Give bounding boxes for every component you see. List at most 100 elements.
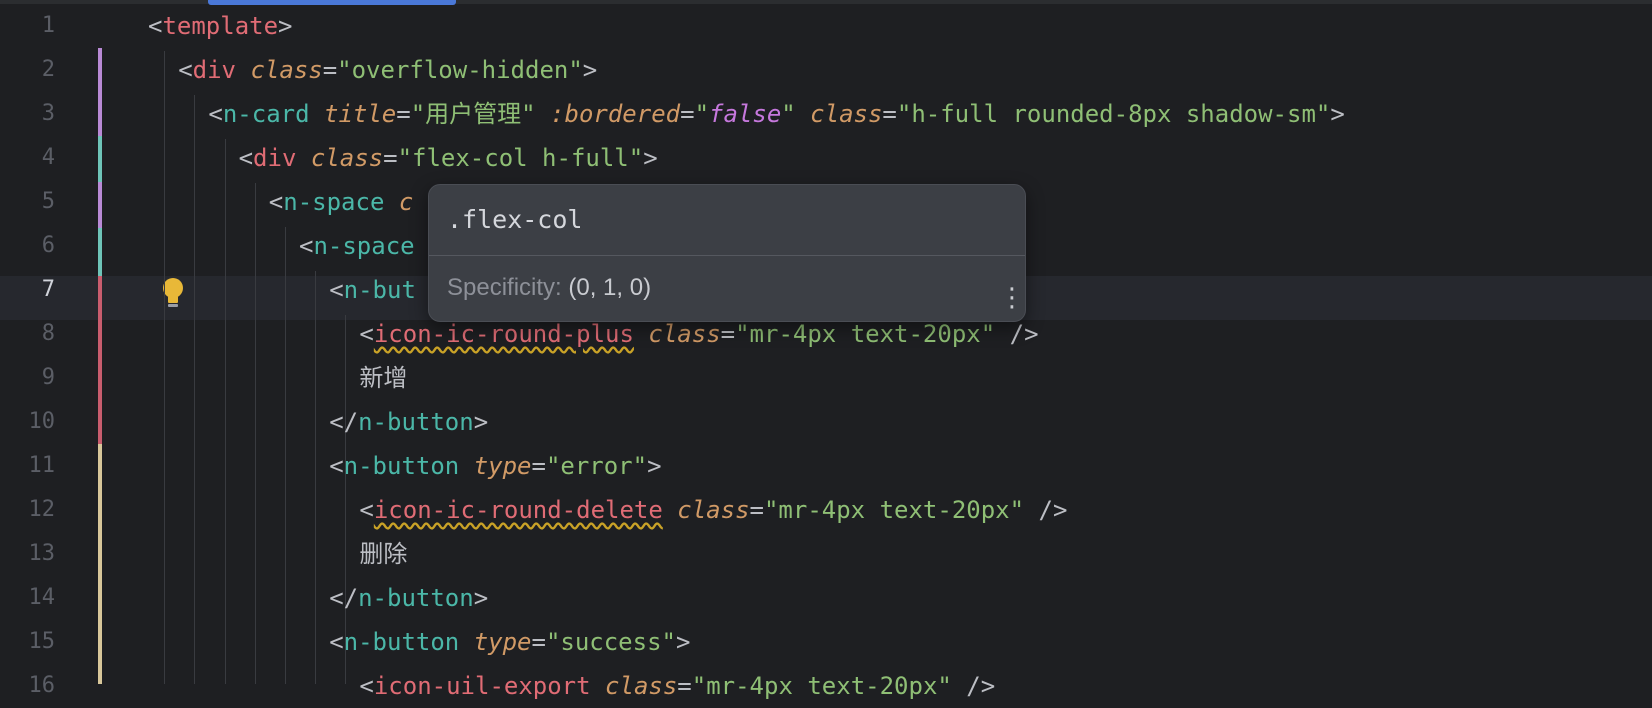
code-token: "mr-4px text-20px" [735, 320, 996, 348]
code-token: class [250, 56, 323, 84]
code-token: :bordered [550, 100, 681, 128]
code-token: n-button [343, 628, 460, 656]
code-token: < [329, 276, 344, 304]
code-token: 删除 [359, 540, 408, 568]
code-token: < [329, 452, 344, 480]
line-number[interactable]: 1 [0, 4, 55, 48]
change-marker-modified[interactable] [98, 48, 102, 136]
code-token: "mr-4px text-20px" [763, 496, 1025, 524]
code-token: < [359, 496, 374, 524]
code-token: class [605, 672, 678, 700]
code-line[interactable]: <n-button type="success"> [329, 620, 690, 664]
change-marker-added[interactable] [98, 136, 102, 182]
code-line[interactable]: <template> [148, 4, 293, 48]
code-line[interactable]: <n-space c [269, 180, 414, 224]
code-token: "用户管理" [410, 100, 536, 128]
popup-selector: .flex-col [429, 185, 1025, 256]
code-token: class [677, 496, 750, 524]
code-line[interactable]: <icon-ic-round-delete class="mr-4px text… [359, 488, 1067, 532]
code-token: "mr-4px text-20px" [691, 672, 952, 700]
line-number[interactable]: 2 [0, 48, 55, 92]
code-line[interactable]: <n-card title="用户管理" :bordered="false" c… [208, 92, 1344, 136]
code-line[interactable]: <n-but [329, 268, 416, 312]
code-token: "h-full rounded-8px shadow-sm" [896, 100, 1331, 128]
code-token: false [709, 100, 782, 128]
code-token: < [329, 628, 344, 656]
code-token: < [359, 320, 374, 348]
line-number[interactable]: 7 [0, 268, 55, 312]
line-number[interactable]: 16 [0, 664, 56, 708]
code-token: > [675, 628, 691, 656]
more-vertical-icon[interactable]: ⋮ [999, 283, 1025, 313]
change-marker-deleted[interactable] [98, 276, 102, 444]
code-line[interactable]: <n-space [299, 224, 415, 268]
code-token: n-button [358, 408, 474, 436]
line-number[interactable]: 5 [0, 180, 55, 224]
line-number[interactable]: 14 [0, 576, 56, 620]
code-token: /> [995, 320, 1039, 348]
code-token: = [396, 100, 411, 128]
code-token: = [680, 100, 695, 128]
code-line[interactable]: 删除 [359, 532, 407, 576]
horizontal-scrollbar-thumb[interactable] [208, 0, 456, 5]
code-token: = [531, 452, 546, 480]
change-marker-added[interactable] [98, 228, 102, 276]
code-token: > [582, 56, 598, 84]
line-number[interactable]: 4 [0, 136, 55, 180]
code-token: = [322, 56, 338, 84]
line-number[interactable]: 3 [0, 92, 55, 136]
code-line[interactable]: </n-button> [329, 400, 488, 444]
code-token: icon-ic-round-plus [373, 320, 634, 348]
indent-guide [164, 51, 166, 684]
line-number[interactable]: 12 [0, 488, 56, 532]
code-line[interactable]: </n-button> [329, 576, 488, 620]
line-number[interactable]: 10 [0, 400, 56, 444]
line-number[interactable]: 15 [0, 620, 56, 664]
line-number[interactable]: 9 [0, 356, 55, 400]
specificity-label: Specificity: [447, 274, 562, 301]
indent-guide [254, 183, 256, 684]
code-token: > [1330, 100, 1345, 128]
code-token: > [278, 12, 293, 40]
code-line[interactable]: <div class="flex-col h-full"> [239, 136, 658, 180]
code-line[interactable]: <icon-uil-export class="mr-4px text-20px… [359, 664, 995, 708]
code-token: = [749, 496, 764, 524]
code-token: "error" [545, 452, 648, 480]
code-token: /> [1024, 496, 1068, 524]
code-token: icon-ic-round-delete [373, 496, 663, 524]
code-token: </ [329, 584, 359, 612]
code-token: n-space [313, 232, 415, 260]
line-number[interactable]: 8 [0, 312, 55, 356]
code-token: < [238, 144, 254, 172]
change-marker-modified[interactable] [98, 182, 102, 228]
line-number[interactable]: 6 [0, 224, 55, 268]
code-token: title [324, 100, 397, 128]
code-token: icon-uil-export [373, 672, 591, 700]
code-token: </ [329, 408, 359, 436]
code-token: n-space [283, 188, 385, 216]
code-token: > [473, 408, 489, 436]
code-token: c [398, 188, 414, 216]
line-number[interactable]: 11 [0, 444, 56, 488]
code-token: div [192, 56, 236, 84]
code-token: = [720, 320, 736, 348]
code-token: = [383, 144, 398, 172]
line-number[interactable]: 13 [0, 532, 56, 576]
code-token: 新增 [359, 364, 408, 392]
code-token: template [162, 12, 279, 40]
line-number-gutter[interactable]: 1 2 3 4 5 6 7 8 9 10 11 12 13 14 15 16 [0, 0, 104, 698]
change-marker-modified[interactable] [98, 444, 102, 684]
code-line[interactable]: <div class="overflow-hidden"> [178, 48, 597, 92]
code-line[interactable]: <n-button type="error"> [329, 444, 661, 488]
code-token: "flex-col h-full" [397, 144, 644, 172]
code-line[interactable]: 新增 [359, 356, 407, 400]
indent-guide [194, 95, 196, 684]
